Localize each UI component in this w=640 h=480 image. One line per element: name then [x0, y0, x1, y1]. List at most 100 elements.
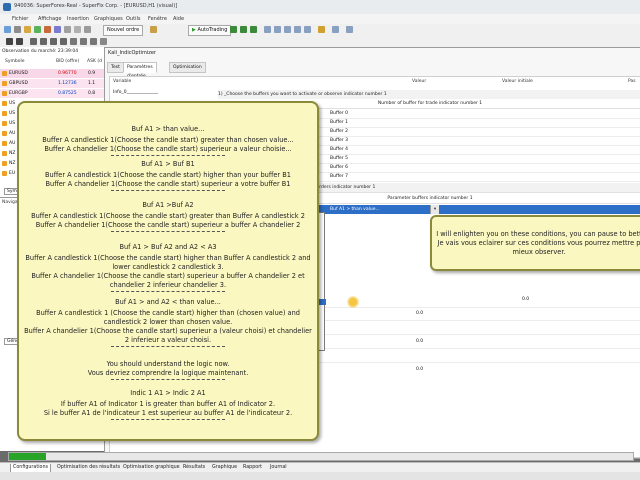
tab-optimization-results[interactable]: Optimisation des résultats	[55, 464, 122, 472]
parameter-initial-value: Buffer 5	[330, 156, 348, 161]
ask-header[interactable]: ASK (d	[87, 59, 102, 64]
parameter-initial-value: Buffer 6	[330, 165, 348, 170]
note-line: Buffer A candlestick 1 (Choose the candl…	[36, 309, 300, 317]
note-separator	[111, 379, 225, 380]
cursor-icon[interactable]	[6, 38, 13, 45]
app-icon	[3, 3, 11, 11]
tab-optimisation[interactable]: Optimisation	[169, 62, 206, 73]
menu-view[interactable]: Affichage	[38, 16, 62, 22]
market-watch-row[interactable]: GBPUSD 1.12736 1.1	[0, 79, 104, 88]
market-watch-bid: 1.12736	[58, 81, 77, 86]
market-watch-symbol: EURUSD	[9, 71, 28, 76]
chart-shift-icon[interactable]	[304, 26, 311, 33]
pause-note-line-fr-2: mieux observer.	[512, 248, 566, 256]
market-watch-icon[interactable]	[24, 26, 31, 33]
column-variable[interactable]: Variable	[113, 79, 131, 84]
tab-report[interactable]: Rapport	[241, 464, 264, 472]
menu-tools[interactable]: Outils	[126, 16, 140, 22]
terminal-icon[interactable]	[54, 26, 61, 33]
navigator-icon[interactable]	[44, 26, 51, 33]
line-chart-icon[interactable]	[250, 26, 257, 33]
market-watch-ask: 0.9	[88, 71, 96, 76]
menu-charts[interactable]: Graphiques	[94, 16, 123, 22]
column-initial-value[interactable]: Valeur initiale	[502, 79, 533, 84]
candle-chart-icon[interactable]	[240, 26, 247, 33]
zoom-out-icon[interactable]	[274, 26, 281, 33]
menu-insert[interactable]: Insertion	[67, 16, 89, 22]
dropdown-arrow-icon[interactable]: ▾	[430, 205, 439, 214]
tester-icon[interactable]	[64, 26, 71, 33]
optimizer-title: Kali_IndicOptimizer	[108, 50, 156, 56]
note-line: Buffer A chandelier 1(Choose the candle …	[45, 180, 291, 188]
tab-test[interactable]: Test	[107, 62, 124, 73]
symbol-header[interactable]: Symbole	[5, 59, 25, 64]
arrows-icon[interactable]	[100, 38, 107, 45]
channel-icon[interactable]	[60, 38, 67, 45]
bid-header[interactable]: BID (offre)	[56, 59, 79, 64]
history-icon[interactable]	[74, 26, 81, 33]
menu-file[interactable]: Fichier	[12, 16, 28, 22]
tab-results[interactable]: Résultats	[181, 464, 207, 472]
market-watch-bid: 0.87525	[58, 91, 77, 96]
menu-window[interactable]: Fenêtre	[148, 16, 167, 22]
zoom-in-icon[interactable]	[264, 26, 271, 33]
tab-input-parameters[interactable]: Paramètres d'entrée	[123, 62, 157, 79]
note-line: lower candlestick 2 candlestick 3.	[112, 263, 224, 271]
note-line: Vous devriez comprendre la logique maint…	[87, 369, 249, 377]
indicators-icon[interactable]	[318, 26, 325, 33]
periods-icon[interactable]	[332, 26, 339, 33]
text-icon[interactable]	[80, 38, 87, 45]
new-order-button[interactable]: Nouvel ordre	[103, 25, 144, 36]
data-window-icon[interactable]	[34, 26, 41, 33]
tab-optimization-graph[interactable]: Optimisation graphique	[121, 464, 182, 472]
title-bar: 940036: SuperForex-Real - SuperFix Corp.…	[0, 0, 640, 15]
pause-note-line-fr: Je vais vous eclairer sur ces conditions…	[437, 239, 640, 247]
new-order-label: Nouvel ordre	[107, 27, 140, 33]
note-line: chandelier 2 inferieur chandelier 3.	[109, 281, 227, 289]
column-step[interactable]: Pas	[628, 79, 636, 84]
note-line: Buf A1 > than value...	[131, 125, 205, 133]
note-line: Buffer A chandelier 1(Choose the candle …	[44, 145, 292, 153]
note-line: Buf A1 >Buf A2	[142, 201, 194, 209]
market-watch-row[interactable]: EURGBP 0.87525 0.8	[0, 89, 104, 98]
tab-journal[interactable]: Journal	[268, 464, 289, 472]
vertical-line-icon[interactable]	[30, 38, 37, 45]
annotation-pause-note: I will enlighten you on these conditions…	[430, 215, 640, 271]
zero-value: 0.0	[416, 311, 424, 316]
bar-chart-icon[interactable]	[230, 26, 237, 33]
symbol-icon	[2, 71, 7, 76]
market-watch-title: Observation du marché: 23:39:04	[2, 49, 79, 54]
tab-graph[interactable]: Graphique	[210, 464, 239, 472]
label-icon[interactable]	[90, 38, 97, 45]
test-progress-bar	[8, 452, 634, 461]
tile-windows-icon[interactable]	[284, 26, 291, 33]
note-line: 2 inferieur a valeur choisi.	[124, 336, 212, 344]
new-chart-icon[interactable]	[4, 26, 11, 33]
menu-help[interactable]: Aide	[173, 16, 184, 22]
auto-scroll-icon[interactable]	[294, 26, 301, 33]
note-line: Buffer A candlestick 1(Choose the candle…	[31, 212, 305, 220]
symbol-icon	[2, 101, 7, 106]
metaeditor-icon[interactable]	[150, 26, 157, 33]
column-value[interactable]: Valeur	[412, 79, 426, 84]
market-watch-symbol: GBPUSD	[9, 81, 28, 86]
market-watch-symbol: US	[9, 101, 16, 106]
symbol-icon	[2, 111, 7, 116]
note-line: candlestick 2 lower than chosen value.	[103, 318, 233, 326]
options-icon[interactable]	[84, 26, 91, 33]
window-title: 940036: SuperForex-Real - SuperFix Corp.…	[14, 3, 178, 9]
parameter-initial-value: Buffer 3	[330, 138, 348, 143]
note-line: Buffer A chandelier 1(Choose the candle …	[31, 272, 305, 280]
market-watch-row[interactable]: EURUSD 0.96770 0.9	[0, 69, 104, 78]
profiles-icon[interactable]	[14, 26, 21, 33]
symbol-icon	[2, 141, 7, 146]
horizontal-line-icon[interactable]	[40, 38, 47, 45]
symbol-icon	[2, 91, 7, 96]
trendline-icon[interactable]	[50, 38, 57, 45]
info-row[interactable]: Info_0______________	[113, 90, 158, 95]
crosshair-icon[interactable]	[16, 38, 23, 45]
autotrading-button[interactable]: ▶ AutoTrading	[188, 25, 232, 36]
fibonacci-icon[interactable]	[70, 38, 77, 45]
note-line: Buffer A chandelier 1(Choose the candle …	[35, 221, 301, 229]
templates-icon[interactable]	[346, 26, 353, 33]
